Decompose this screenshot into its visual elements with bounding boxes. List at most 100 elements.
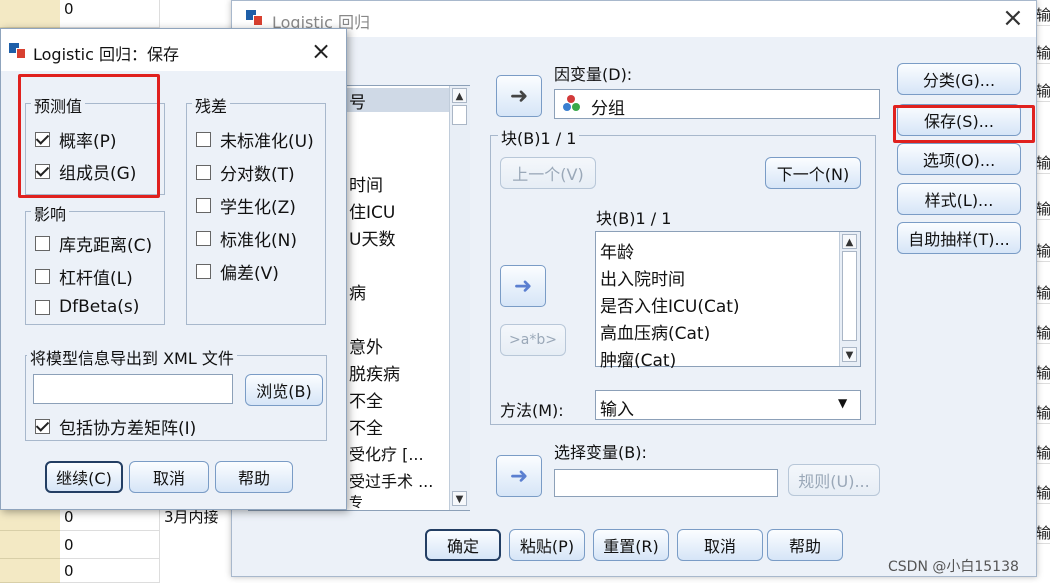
logit-checkbox[interactable]: 分对数(T) xyxy=(196,160,295,185)
list-item[interactable]: 肿瘤(Cat) xyxy=(600,346,676,371)
options-button[interactable]: 选项(O)... xyxy=(897,143,1021,175)
close-icon[interactable]: × xyxy=(1002,3,1024,33)
list-item[interactable]: 不全 xyxy=(349,387,383,412)
spss-app-icon xyxy=(7,41,27,61)
sheet-cell: 输 xyxy=(1036,364,1050,384)
chevron-down-icon[interactable]: ▼ xyxy=(838,396,847,410)
rule-button[interactable]: 规则(U)... xyxy=(788,464,880,496)
block-inner-label: 块(B)1 / 1 xyxy=(596,209,672,228)
previous-block-button[interactable]: 上一个(V) xyxy=(500,157,596,189)
leverage-checkbox[interactable]: 杠杆值(L) xyxy=(35,264,133,289)
list-item[interactable]: 出入院时间 xyxy=(600,265,685,290)
move-to-covariates-button[interactable]: ➜ xyxy=(500,265,546,307)
sheet-cell[interactable]: 0 xyxy=(60,0,160,28)
sheet-cell: 输 xyxy=(1036,154,1050,174)
checkbox-label: 标准化(N) xyxy=(220,231,297,251)
sheet-cell: 输 xyxy=(1036,82,1050,102)
help-button[interactable]: 帮助 xyxy=(767,529,843,561)
list-item[interactable]: 受化疗 [... xyxy=(349,441,424,465)
sheet-cell[interactable]: 0 xyxy=(60,531,160,559)
include-covariance-checkbox[interactable]: 包括协方差矩阵(I) xyxy=(35,414,196,439)
list-item[interactable]: 不全 xyxy=(349,414,383,439)
arrow-right-icon: ➜ xyxy=(509,463,529,489)
checkbox-label: 杠杆值(L) xyxy=(59,269,133,289)
list-item[interactable]: 住ICU xyxy=(349,198,395,223)
checkbox-label: DfBeta(s) xyxy=(59,297,140,317)
list-item[interactable]: U天数 xyxy=(349,225,395,250)
move-to-dependent-button[interactable]: ➜ xyxy=(496,75,542,117)
next-block-button[interactable]: 下一个(N) xyxy=(765,157,861,189)
standardized-checkbox[interactable]: 标准化(N) xyxy=(196,226,297,251)
checkbox-box[interactable] xyxy=(196,264,211,279)
list-item[interactable]: 高血压病(Cat) xyxy=(600,319,710,344)
list-item[interactable]: 受过手术 ... xyxy=(349,468,433,492)
covariates-scrollbar[interactable]: ▲ ▼ xyxy=(839,232,860,366)
list-item[interactable]: 是否入住ICU(Cat) xyxy=(600,292,740,317)
block-group-label: 块(B)1 / 1 xyxy=(498,125,580,149)
scroll-up-icon[interactable]: ▲ xyxy=(452,88,467,103)
save-button-highlight xyxy=(893,105,1035,143)
checkbox-label: 偏差(V) xyxy=(220,264,279,284)
covariates-list[interactable]: 年龄 出入院时间 是否入住ICU(Cat) 高血压病(Cat) 肿瘤(Cat) … xyxy=(595,231,861,371)
browse-button[interactable]: 浏览(B) xyxy=(245,374,323,406)
deviance-checkbox[interactable]: 偏差(V) xyxy=(196,259,279,284)
scroll-thumb[interactable] xyxy=(452,105,467,125)
method-label: 方法(M): xyxy=(500,401,564,420)
sheet-cell[interactable]: 0 xyxy=(60,559,160,583)
studentized-checkbox[interactable]: 学生化(Z) xyxy=(196,193,296,218)
checkbox-box[interactable] xyxy=(196,165,211,180)
interaction-button[interactable]: >a*b> xyxy=(500,324,566,356)
checkbox-box[interactable] xyxy=(196,231,211,246)
sheet-cell: 输 xyxy=(1036,404,1050,424)
close-icon[interactable]: × xyxy=(311,37,331,65)
checkbox-box[interactable] xyxy=(35,299,50,315)
list-item[interactable]: 专 xyxy=(349,492,363,512)
selection-field[interactable] xyxy=(554,469,778,497)
cancel-button[interactable]: 取消 xyxy=(129,461,209,493)
help-button[interactable]: 帮助 xyxy=(215,461,293,493)
style-button[interactable]: 样式(L)... xyxy=(897,183,1021,215)
reset-button[interactable]: 重置(R) xyxy=(593,529,669,561)
scroll-up-icon[interactable]: ▲ xyxy=(842,234,857,249)
checkbox-box[interactable] xyxy=(35,269,50,284)
sheet-cell: 输 xyxy=(1036,524,1050,544)
list-item[interactable]: 时间 xyxy=(349,171,383,196)
residual-group-label: 残差 xyxy=(192,93,231,117)
export-path-input[interactable] xyxy=(33,374,233,404)
checkbox-box[interactable] xyxy=(196,198,211,213)
method-select[interactable]: 输入 ▼ xyxy=(595,390,861,420)
checkbox-box[interactable] xyxy=(196,132,211,147)
variable-list-scrollbar[interactable]: ▲ ▼ xyxy=(449,86,470,510)
spss-app-icon xyxy=(244,8,264,28)
dependent-field[interactable]: 分组 xyxy=(554,89,880,119)
checkbox-box[interactable] xyxy=(35,236,50,251)
dfbeta-checkbox[interactable]: DfBeta(s) xyxy=(35,297,139,317)
categorical-button[interactable]: 分类(G)... xyxy=(897,63,1021,95)
sheet-cell: 输 xyxy=(1036,200,1050,220)
title-bar: Logistic 回归：保存 × xyxy=(1,29,346,71)
checkbox-label: 包括协方差矩阵(I) xyxy=(59,419,197,439)
ok-button[interactable]: 确定 xyxy=(425,529,501,561)
list-item[interactable]: 号 xyxy=(349,88,366,113)
continue-button[interactable]: 继续(C) xyxy=(45,461,123,493)
bootstrap-button[interactable]: 自助抽样(T)... xyxy=(897,222,1021,254)
move-to-selection-button[interactable]: ➜ xyxy=(496,455,542,497)
checkbox-label: 库克距离(C) xyxy=(59,236,153,256)
list-item[interactable]: 意外 xyxy=(349,333,383,358)
list-item[interactable]: 病 xyxy=(349,279,366,304)
list-item[interactable]: 年龄 xyxy=(600,238,634,263)
scroll-down-icon[interactable]: ▼ xyxy=(842,347,857,362)
dependent-value: 分组 xyxy=(591,99,625,119)
scroll-down-icon[interactable]: ▼ xyxy=(452,491,467,506)
scroll-thumb[interactable] xyxy=(842,251,857,341)
cancel-button[interactable]: 取消 xyxy=(677,529,763,561)
checkbox-label: 学生化(Z) xyxy=(220,198,296,218)
title-bar: Logistic 回归 × xyxy=(232,1,1036,37)
unstandardized-checkbox[interactable]: 未标准化(U) xyxy=(196,127,314,152)
cooks-distance-checkbox[interactable]: 库克距离(C) xyxy=(35,231,152,256)
paste-button[interactable]: 粘贴(P) xyxy=(509,529,585,561)
checkbox-box[interactable] xyxy=(35,419,50,434)
list-item[interactable]: 脱疾病 xyxy=(349,360,400,385)
sheet-cell: 输 xyxy=(1036,242,1050,262)
watermark: CSDN @小白15138 xyxy=(888,559,1019,575)
